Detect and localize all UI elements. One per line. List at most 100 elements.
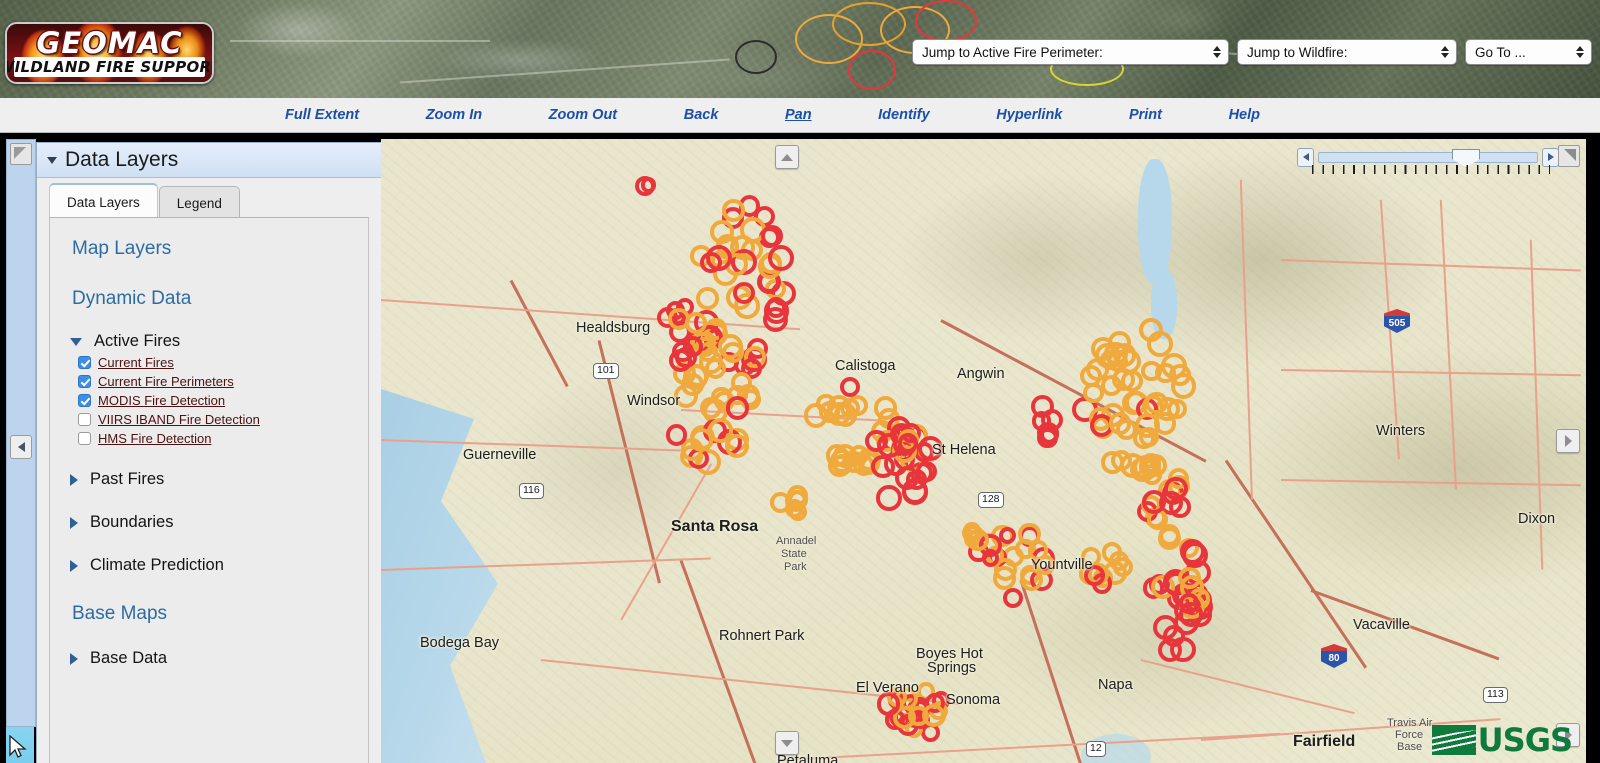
fire-detection-marker[interactable] — [761, 225, 783, 247]
group-active-fires[interactable]: Active Fires — [70, 332, 368, 351]
layer-checkbox[interactable] — [78, 394, 91, 407]
zoom-slider[interactable] — [1297, 147, 1559, 167]
pan-left-button[interactable] — [10, 435, 32, 459]
group-label: Past Fires — [90, 470, 164, 489]
fire-detection-marker[interactable] — [1179, 593, 1199, 613]
fire-detection-marker[interactable] — [1158, 638, 1182, 662]
map-label: Angwin — [957, 366, 1005, 382]
chevron-down-icon[interactable] — [70, 338, 82, 346]
fire-detection-marker[interactable] — [733, 282, 756, 305]
toolbar-link-pan[interactable]: Pan — [785, 107, 812, 123]
layer-row: MODIS Fire Detection — [78, 393, 368, 408]
chevron-right-icon[interactable] — [70, 560, 78, 572]
fire-detection-marker[interactable] — [1164, 477, 1188, 501]
fire-detection-marker[interactable] — [1018, 523, 1040, 545]
toolbar-link-help[interactable]: Help — [1229, 107, 1260, 123]
collapse-corner-icon[interactable] — [10, 143, 32, 165]
group-past-fires[interactable]: Past Fires — [70, 470, 368, 489]
fire-detection-marker[interactable] — [641, 177, 656, 192]
map-viewport[interactable]: HealdsburgCalistogaAngwinWindsorSt Helen… — [381, 139, 1586, 763]
jump-to-wildfire-select[interactable]: Jump to Wildfire: — [1237, 39, 1457, 65]
toolbar-link-zoom-in[interactable]: Zoom In — [426, 107, 482, 123]
pan-up-button[interactable] — [775, 145, 799, 169]
fire-detection-marker[interactable] — [898, 433, 918, 453]
fire-detection-marker[interactable] — [685, 312, 707, 334]
group-boundaries[interactable]: Boundaries — [70, 513, 368, 532]
chevron-right-icon[interactable] — [70, 517, 78, 529]
select-label: Jump to Active Fire Perimeter: — [922, 45, 1103, 60]
jump-to-active-fire-perimeter-select[interactable]: Jump to Active Fire Perimeter: — [912, 39, 1229, 65]
toolbar-link-hyperlink[interactable]: Hyperlink — [996, 107, 1062, 123]
dynamic-data-heading: Dynamic Data — [72, 288, 368, 310]
map-label: Force — [1395, 729, 1423, 741]
fire-detection-marker[interactable] — [1037, 422, 1059, 444]
fire-detection-marker[interactable] — [982, 549, 999, 566]
pan-right-button[interactable] — [1556, 429, 1580, 453]
toolbar-link-zoom-out[interactable]: Zoom Out — [549, 107, 617, 123]
tab-data-layers[interactable]: Data Layers — [49, 183, 158, 220]
layer-link[interactable]: Current Fire Perimeters — [98, 374, 234, 389]
fire-detection-marker[interactable] — [916, 461, 937, 482]
usgs-wordmark: USGS — [1478, 725, 1572, 755]
group-climate-prediction[interactable]: Climate Prediction — [70, 556, 368, 575]
geomac-logo[interactable]: GEOMAC WILDLAND FIRE SUPPORT — [5, 22, 214, 84]
fire-detection-marker[interactable] — [708, 418, 733, 443]
map-label: Winters — [1376, 423, 1425, 439]
map-toolbar: Full Extent Zoom In Zoom Out Back Pan Identif… — [0, 98, 1600, 133]
toolbar-link-back[interactable]: Back — [684, 107, 719, 123]
layer-checkbox[interactable] — [78, 375, 91, 388]
pan-down-button[interactable] — [775, 731, 799, 755]
select-label: Jump to Wildfire: — [1247, 45, 1348, 60]
fire-detection-marker[interactable] — [1003, 588, 1023, 608]
zoom-slider-track[interactable] — [1318, 152, 1538, 163]
fire-detection-marker[interactable] — [1145, 392, 1168, 415]
fire-detection-marker[interactable] — [722, 199, 745, 222]
fire-detection-marker[interactable] — [1095, 343, 1120, 368]
fire-detection-marker[interactable] — [710, 220, 734, 244]
select-label: Go To ... — [1475, 45, 1526, 60]
zoom-slider-right-button[interactable] — [1542, 148, 1559, 167]
fire-detection-marker[interactable] — [696, 287, 719, 310]
zoom-slider-left-button[interactable] — [1297, 148, 1314, 167]
chevron-right-icon[interactable] — [70, 474, 78, 486]
layer-link[interactable]: MODIS Fire Detection — [98, 393, 225, 408]
tab-legend[interactable]: Legend — [159, 186, 240, 220]
data-layers-panel: Data Layers Data Layers Legend Map Layer… — [36, 142, 382, 763]
chevron-down-icon[interactable] — [47, 157, 57, 164]
logo-title: GEOMAC — [37, 26, 183, 60]
layer-checkbox[interactable] — [78, 413, 91, 426]
map-label: Park — [784, 561, 807, 573]
fire-detection-marker[interactable] — [1141, 361, 1161, 381]
map-label: Windsor — [627, 393, 680, 409]
layer-row: HMS Fire Detection — [78, 431, 368, 446]
chevron-right-icon[interactable] — [70, 653, 78, 665]
layer-link[interactable]: VIIRS IBAND Fire Detection — [98, 412, 260, 427]
map-corner-icon[interactable] — [1558, 145, 1580, 167]
logo-subtitle: WILDLAND FIRE SUPPORT — [5, 58, 214, 76]
group-base-data[interactable]: Base Data — [70, 649, 368, 668]
route-shield: 113 — [1483, 687, 1508, 703]
fire-detection-marker[interactable] — [666, 424, 688, 446]
layer-link[interactable]: Current Fires — [98, 355, 174, 370]
toolbar-link-full-extent[interactable]: Full Extent — [285, 107, 359, 123]
fire-detection-marker[interactable] — [785, 499, 804, 518]
toolbar-link-print[interactable]: Print — [1129, 107, 1162, 123]
map-label: Napa — [1098, 677, 1133, 693]
fire-detection-marker[interactable] — [768, 245, 794, 271]
layer-checkbox[interactable] — [78, 432, 91, 445]
map-label: Dixon — [1518, 511, 1555, 527]
fire-detection-marker[interactable] — [1178, 567, 1201, 590]
toolbar-link-identify[interactable]: Identify — [878, 107, 930, 123]
fire-detection-marker[interactable] — [726, 396, 749, 419]
map-label: Annadel — [776, 535, 816, 547]
layer-checkbox[interactable] — [78, 356, 91, 369]
fire-detection-marker[interactable] — [1109, 412, 1131, 434]
fire-detection-marker[interactable] — [876, 485, 902, 511]
fire-detection-marker[interactable] — [1142, 490, 1166, 514]
panel-header[interactable]: Data Layers — [37, 143, 381, 178]
fire-detection-marker[interactable] — [967, 529, 989, 551]
fire-detection-marker[interactable] — [834, 403, 858, 427]
go-to-select[interactable]: Go To ... — [1465, 39, 1592, 65]
layer-link[interactable]: HMS Fire Detection — [98, 431, 211, 446]
fire-detection-marker[interactable] — [683, 336, 704, 357]
